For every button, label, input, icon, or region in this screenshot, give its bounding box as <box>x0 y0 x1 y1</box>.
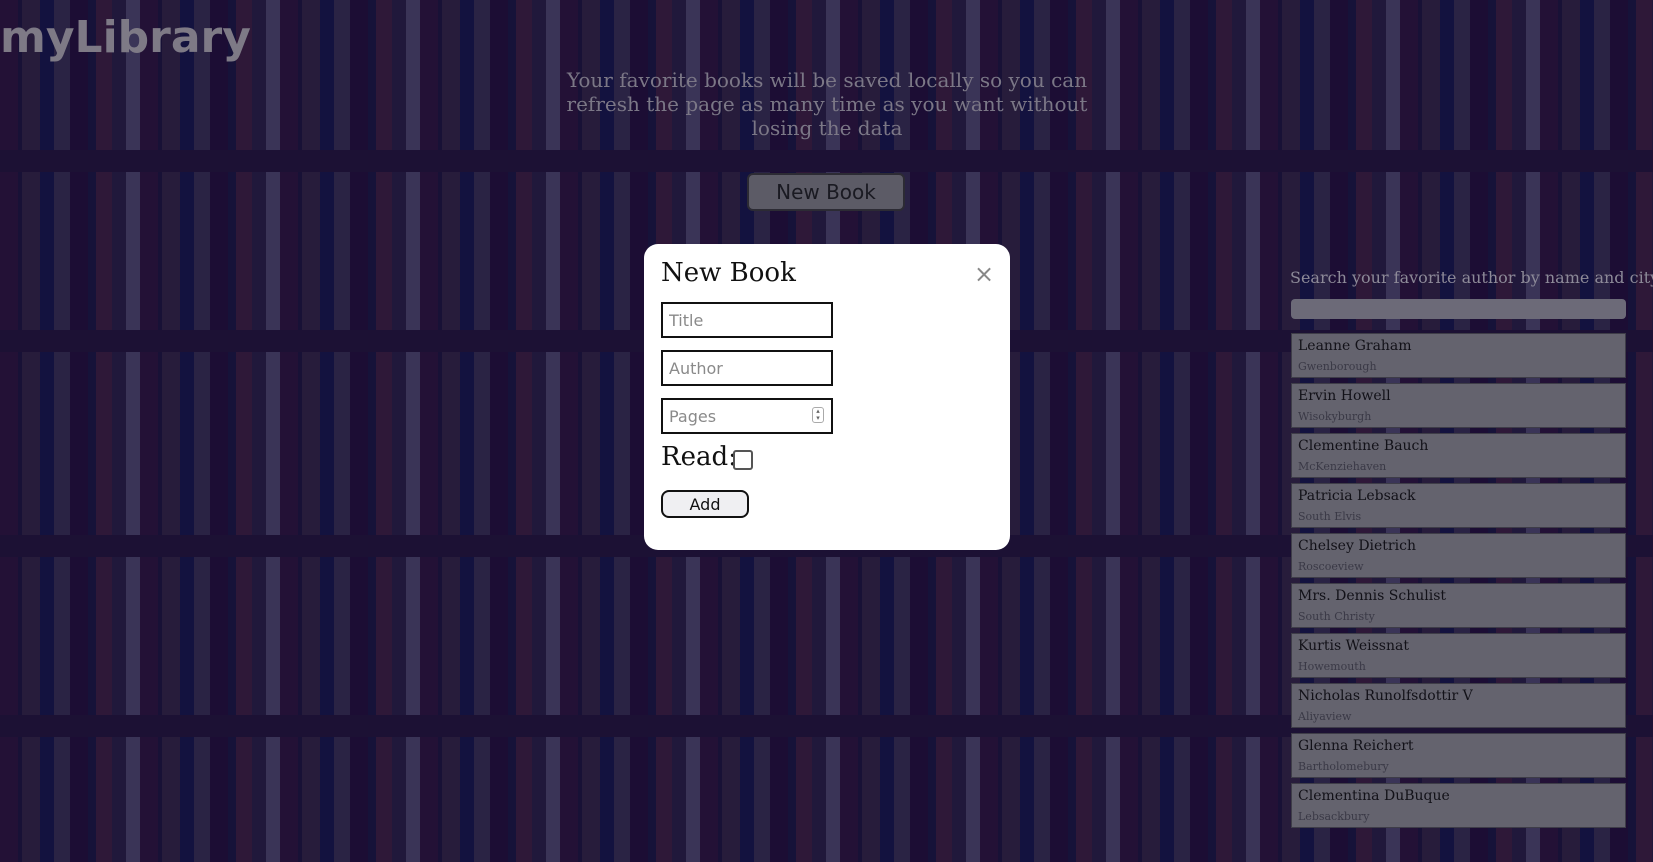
author-city: McKenziehaven <box>1298 460 1387 473</box>
modal-title: New Book <box>661 258 796 288</box>
author-name: Nicholas Runolfsdottir V <box>1298 688 1473 704</box>
author-city: Gwenborough <box>1298 360 1377 373</box>
app-subtitle: Your favorite books will be saved locall… <box>566 68 1088 140</box>
author-card[interactable]: Leanne Graham Gwenborough <box>1291 333 1626 378</box>
author-city: Howemouth <box>1298 660 1366 673</box>
author-name: Ervin Howell <box>1298 388 1391 404</box>
pages-input[interactable] <box>661 398 833 434</box>
author-card[interactable]: Chelsey Dietrich Roscoeview <box>1291 533 1626 578</box>
author-name: Clementina DuBuque <box>1298 788 1450 804</box>
author-card[interactable]: Glenna Reichert Bartholomebury <box>1291 733 1626 778</box>
author-city: Lebsackbury <box>1298 810 1370 823</box>
author-list: Leanne Graham Gwenborough Ervin Howell Wiso… <box>1291 333 1626 833</box>
add-book-button[interactable]: Add <box>661 490 749 518</box>
author-input[interactable] <box>661 350 833 386</box>
author-city: South Christy <box>1298 610 1375 623</box>
author-city: South Elvis <box>1298 510 1362 523</box>
search-label: Search your favorite author by name and … <box>1290 268 1653 287</box>
read-checkbox[interactable] <box>733 450 753 470</box>
author-card[interactable]: Clementina DuBuque Lebsackbury <box>1291 783 1626 828</box>
author-name: Mrs. Dennis Schulist <box>1298 588 1446 604</box>
close-icon[interactable]: × <box>972 262 996 286</box>
author-name: Chelsey Dietrich <box>1298 538 1416 554</box>
author-name: Glenna Reichert <box>1298 738 1414 754</box>
author-name: Leanne Graham <box>1298 338 1412 354</box>
author-name: Patricia Lebsack <box>1298 488 1416 504</box>
author-city: Wisokyburgh <box>1298 410 1372 423</box>
author-search-input[interactable] <box>1291 299 1626 319</box>
author-card[interactable]: Patricia Lebsack South Elvis <box>1291 483 1626 528</box>
author-name: Clementine Bauch <box>1298 438 1429 454</box>
app-title: myLibrary <box>0 12 251 63</box>
author-city: Bartholomebury <box>1298 760 1389 773</box>
author-card[interactable]: Ervin Howell Wisokyburgh <box>1291 383 1626 428</box>
author-city: Roscoeview <box>1298 560 1364 573</box>
title-input[interactable] <box>661 302 833 338</box>
author-card[interactable]: Nicholas Runolfsdottir V Aliyaview <box>1291 683 1626 728</box>
author-city: Aliyaview <box>1298 710 1352 723</box>
author-card[interactable]: Clementine Bauch McKenziehaven <box>1291 433 1626 478</box>
author-name: Kurtis Weissnat <box>1298 638 1409 654</box>
author-card[interactable]: Kurtis Weissnat Howemouth <box>1291 633 1626 678</box>
author-card[interactable]: Mrs. Dennis Schulist South Christy <box>1291 583 1626 628</box>
new-book-button[interactable]: New Book <box>747 173 905 211</box>
read-label: Read: <box>661 442 737 472</box>
pages-spinner-icon[interactable]: ▴ ▾ <box>812 407 824 423</box>
new-book-modal: New Book × ▴▾ Read: Add <box>644 244 1010 550</box>
